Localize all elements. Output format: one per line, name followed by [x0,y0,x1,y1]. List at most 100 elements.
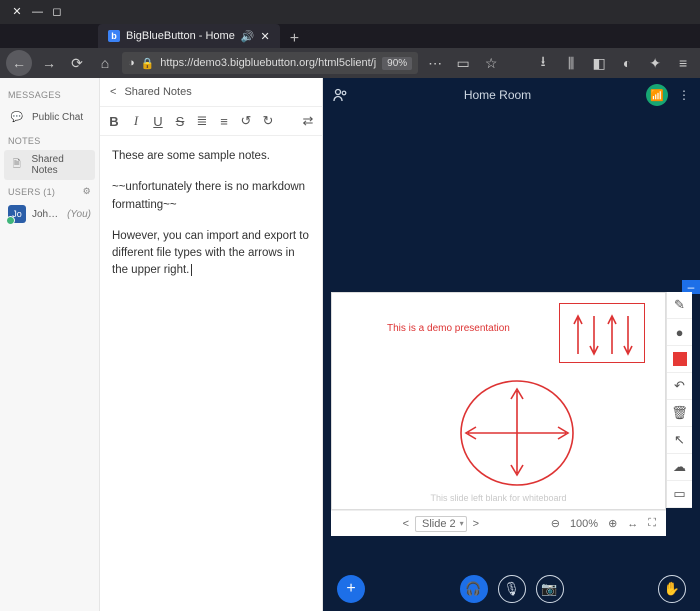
addon2-icon[interactable]: ✦ [644,52,666,74]
fullscreen-button[interactable]: ⛶ [648,517,656,530]
shield-icon: ◑ [128,57,135,69]
tool-color-button[interactable] [667,346,692,373]
collapse-notes-button[interactable]: < [110,86,116,98]
prev-slide-button[interactable]: < [403,518,409,530]
slide-nav-toolbar: < Slide 2 > ⊖ 100% ⊕ ↔ ⛶ [331,510,666,536]
sidebar-toggle-icon[interactable]: ◧ [588,52,610,74]
import-export-button[interactable]: ⇄ [302,113,314,129]
nav-home-button[interactable]: ⌂ [94,52,116,74]
underline-button[interactable]: U [152,114,164,129]
undo-button[interactable]: ↺ [240,113,252,129]
user-name-label: John Per… [32,209,61,220]
whiteboard-circle-annotation [452,373,582,493]
downloads-icon[interactable]: ⭳ [532,52,554,74]
url-bar[interactable]: ◑ 🔒 https://demo3.bigbluebutton.org/html… [122,52,418,74]
os-titlebar: ✕ — ◻ [0,0,700,24]
user-list-panel: MESSAGES 💬 Public Chat NOTES 🗎 Shared No… [0,78,100,611]
nav-reload-button[interactable]: ⟳ [66,52,88,74]
notes-para: These are some sample notes. [112,148,310,165]
window-maximize-icon[interactable]: ◻ [52,7,62,17]
mute-button[interactable]: 🎙 [498,575,526,603]
users-section-header: USERS (1) ⚙ [4,180,95,201]
strike-button[interactable]: S [174,114,186,129]
redo-button[interactable]: ↻ [262,113,274,129]
shared-notes-label: Shared Notes [32,154,91,176]
tool-clear-button[interactable]: 🗑 [667,400,692,427]
presentation-wrap: – This is a demo presentation [331,292,692,536]
notes-icon: 🗎 [8,156,26,174]
tool-pan-button[interactable]: ▭ [667,481,692,508]
notes-section-header: NOTES [4,130,95,150]
actions-plus-button[interactable]: + [337,575,365,603]
user-avatar: Jo [8,205,26,223]
toggle-userlist-button[interactable] [333,88,349,102]
window-minimize-icon[interactable]: — [32,7,42,17]
stage-header: Home Room 📶 ⋮ [323,78,700,112]
zoom-level-label: 100% [570,518,598,530]
raise-hand-button[interactable]: ✋ [658,575,686,603]
tool-pencil-button[interactable]: ✎ [667,292,692,319]
page-actions-icon[interactable]: ⋯ [424,52,446,74]
shared-notes-pane: < Shared Notes B I U S ≣ ≡ ↺ ↻ ⇄ These a… [100,78,323,611]
italic-button[interactable]: I [130,113,142,129]
gear-icon[interactable]: ⚙ [83,186,91,197]
addon1-icon[interactable]: ◐ [616,52,638,74]
unordered-list-button[interactable]: ≡ [218,114,230,129]
bold-button[interactable]: B [108,114,120,129]
audio-button[interactable]: 🎧 [460,575,488,603]
library-icon[interactable]: ⫼ [560,52,582,74]
messages-section-header: MESSAGES [4,84,95,104]
ordered-list-button[interactable]: ≣ [196,113,208,129]
url-text: https://demo3.bigbluebutton.org/html5cli… [160,57,376,69]
tab-title: BigBlueButton - Home [126,30,235,42]
new-tab-button[interactable]: + [280,30,309,48]
users-header-label: USERS (1) [8,187,55,197]
zoom-in-button[interactable]: ⊕ [608,517,617,530]
editor-toolbar: B I U S ≣ ≡ ↺ ↻ ⇄ [100,107,322,136]
options-menu-button[interactable]: ⋮ [678,88,690,102]
whiteboard-toolbar: ✎ ● ↶ 🗑 ↖ ☁ ▭ [666,292,692,508]
user-list-item[interactable]: Jo John Per… (You) [4,201,95,227]
nav-back-button[interactable]: ← [6,50,32,76]
slide-area[interactable]: This is a demo presentation [331,292,666,510]
nav-forward-button[interactable]: → [38,52,60,74]
notes-para: However, you can import and export to di… [112,228,310,280]
tool-undo-button[interactable]: ↶ [667,373,692,400]
notes-pane-title: Shared Notes [124,86,191,98]
slide-footer-text: This slide left blank for whiteboard [332,493,665,503]
tool-multiuser-button[interactable]: ☁ [667,454,692,481]
connection-status-button[interactable]: 📶 [646,84,668,106]
notes-para: ~~unfortunately there is no markdown for… [112,179,310,214]
notes-editor[interactable]: These are some sample notes. ~~unfortuna… [100,136,322,306]
public-chat-label: Public Chat [32,112,83,123]
lock-icon: 🔒 [141,57,155,70]
action-bar: + 🎧 🎙 📷 ✋ [323,575,700,603]
webcam-button[interactable]: 📷 [536,575,564,603]
reader-icon[interactable]: ▭ [452,52,474,74]
tool-pointer-button[interactable]: ↖ [667,427,692,454]
app-root: MESSAGES 💬 Public Chat NOTES 🗎 Shared No… [0,78,700,611]
app-menu-icon[interactable]: ≡ [672,52,694,74]
zoom-out-button[interactable]: ⊖ [551,517,560,530]
window-close-icon[interactable]: ✕ [12,7,22,17]
tab-audio-icon[interactable]: 🔊 [241,30,255,43]
user-you-label: (You) [67,209,91,220]
slide-select-dropdown[interactable]: Slide 2 [415,516,467,532]
chat-icon: 💬 [8,108,26,126]
tab-close-icon[interactable]: ✕ [261,30,270,43]
browser-tab[interactable]: b BigBlueButton - Home 🔊 ✕ [98,24,280,48]
fit-width-button[interactable]: ↔ [627,518,638,530]
shared-notes-item[interactable]: 🗎 Shared Notes [4,150,95,180]
public-chat-item[interactable]: 💬 Public Chat [4,104,95,130]
presentation-demo-text: This is a demo presentation [387,323,510,334]
zoom-indicator[interactable]: 90% [382,57,412,70]
tool-thickness-button[interactable]: ● [667,319,692,346]
next-slide-button[interactable]: > [473,518,479,530]
tab-favicon-icon: b [108,30,120,42]
browser-toolbar: ← → ⟳ ⌂ ◑ 🔒 https://demo3.bigbluebutton.… [0,48,700,78]
browser-tabstrip: b BigBlueButton - Home 🔊 ✕ + [0,24,700,48]
whiteboard-rect-annotation [559,303,645,363]
room-title: Home Room [359,88,636,102]
bookmark-star-icon[interactable]: ☆ [480,52,502,74]
notes-pane-header: < Shared Notes [100,78,322,107]
